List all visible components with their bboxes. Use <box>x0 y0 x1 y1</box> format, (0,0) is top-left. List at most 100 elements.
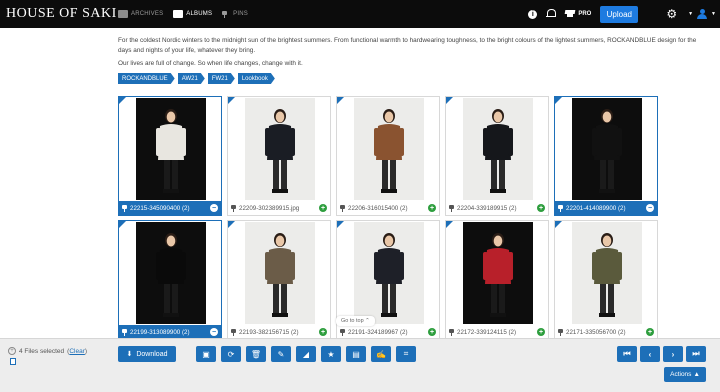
gear-icon[interactable]: ⚙ <box>666 8 677 20</box>
graduation-cap-icon[interactable] <box>564 10 576 18</box>
file-caption[interactable]: 22206-316015400 (2) + <box>337 201 439 215</box>
settings-caret-icon[interactable]: ▼ <box>688 11 693 17</box>
edit-button[interactable]: ✍ <box>371 346 391 362</box>
file-card[interactable]: 22201-414089900 (2) − <box>554 96 658 216</box>
select-corner-icon[interactable] <box>555 221 562 228</box>
select-corner-icon[interactable] <box>337 221 344 228</box>
file-caption[interactable]: 22172-339124115 (2) + <box>446 325 548 339</box>
file-thumbnail[interactable] <box>136 98 206 200</box>
file-thumbnail[interactable] <box>354 222 424 324</box>
pin-icon[interactable] <box>122 204 127 212</box>
file-thumbnail[interactable] <box>245 222 315 324</box>
select-corner-icon[interactable] <box>446 97 453 104</box>
pin-icon[interactable] <box>558 328 563 336</box>
clear-selection-link[interactable]: Clear <box>69 348 85 355</box>
add-icon[interactable]: + <box>319 204 327 212</box>
select-corner-icon[interactable] <box>119 97 126 104</box>
user-icon[interactable] <box>697 8 708 20</box>
nav-pins[interactable]: PINS <box>222 10 248 18</box>
remove-icon[interactable]: − <box>210 328 218 336</box>
go-to-top-button[interactable]: Go to top ⌃ <box>336 316 375 326</box>
bell-icon[interactable] <box>546 9 557 19</box>
remove-icon[interactable]: − <box>210 204 218 212</box>
pin-icon[interactable] <box>231 204 236 212</box>
select-corner-icon[interactable] <box>446 221 453 228</box>
file-thumbnail[interactable] <box>354 98 424 200</box>
briefcase-button[interactable]: ▣ <box>196 346 216 362</box>
file-caption[interactable]: 22201-414089900 (2) − <box>555 201 657 215</box>
user-caret-icon[interactable]: ▼ <box>711 11 716 17</box>
add-icon[interactable]: + <box>537 328 545 336</box>
tag-aw21[interactable]: AW21 <box>178 73 205 84</box>
pencil-button[interactable]: ✎ <box>271 346 291 362</box>
last-page-button[interactable]: ⏭ <box>686 346 706 362</box>
file-caption[interactable]: 22209-302389915.jpg + <box>228 201 330 215</box>
file-caption[interactable]: 22215-345090400 (2) − <box>119 201 221 215</box>
upload-button[interactable]: Upload <box>600 5 639 23</box>
file-thumbnail[interactable] <box>463 98 533 200</box>
select-corner-icon[interactable] <box>228 221 235 228</box>
first-page-button[interactable]: ⏮ <box>617 346 637 362</box>
signal-button[interactable]: ◢ <box>296 346 316 362</box>
remove-icon[interactable]: − <box>646 204 654 212</box>
download-button[interactable]: ⬇ Download <box>118 346 176 362</box>
nav-albums[interactable]: ALBUMS <box>173 10 212 18</box>
file-card[interactable]: 22206-316015400 (2) + <box>336 96 440 216</box>
pro-label[interactable]: PRO <box>578 11 591 17</box>
add-icon[interactable]: + <box>428 204 436 212</box>
actions-button[interactable]: Actions ▲ <box>664 367 706 382</box>
next-page-button[interactable]: › <box>663 346 683 362</box>
bottom-toolbar: + 4 Files selected (Clear) ⬇ Download ▣ ⟳… <box>0 338 720 392</box>
file-card[interactable]: 22171-335056700 (2) + <box>554 220 658 340</box>
info-icon[interactable]: i <box>528 9 538 19</box>
file-caption[interactable]: 22199-313089900 (2) − <box>119 325 221 339</box>
file-caption[interactable]: 22191-324189967 (2) + <box>337 325 439 339</box>
pin-icon[interactable] <box>340 328 345 336</box>
star-button[interactable]: ★ <box>321 346 341 362</box>
plus-circle-icon[interactable]: + <box>8 347 16 355</box>
file-card[interactable]: 22215-345090400 (2) − <box>118 96 222 216</box>
trash-button[interactable]: 🗑 <box>246 346 266 362</box>
pin-icon[interactable] <box>231 328 236 336</box>
pin-icon[interactable] <box>340 204 345 212</box>
file-thumbnail[interactable] <box>572 222 642 324</box>
add-icon[interactable]: + <box>428 328 436 336</box>
crop-button[interactable]: ⌗ <box>396 346 416 362</box>
file-name: 22201-414089900 (2) <box>566 204 626 212</box>
tag-lookbook[interactable]: Lookbook <box>238 73 275 84</box>
file-caption[interactable]: 22193-382156715 (2) + <box>228 325 330 339</box>
file-thumbnail[interactable] <box>136 222 206 324</box>
file-card[interactable]: 22199-313089900 (2) − <box>118 220 222 340</box>
select-corner-icon[interactable] <box>119 221 126 228</box>
file-card[interactable]: 22209-302389915.jpg + <box>227 96 331 216</box>
add-icon[interactable]: + <box>646 328 654 336</box>
add-icon[interactable]: + <box>537 204 545 212</box>
pin-icon[interactable] <box>449 204 454 212</box>
select-corner-icon[interactable] <box>555 97 562 104</box>
tag-fw21[interactable]: FW21 <box>208 73 235 84</box>
file-thumbnail[interactable] <box>572 98 642 200</box>
file-caption[interactable]: 22204-339189915 (2) + <box>446 201 548 215</box>
file-card[interactable]: 22193-382156715 (2) + <box>227 220 331 340</box>
document-icon[interactable] <box>10 358 16 365</box>
select-corner-icon[interactable] <box>337 97 344 104</box>
logo[interactable]: HOUSE OF SAKI <box>6 6 118 22</box>
model-photo <box>374 109 404 193</box>
prev-page-button[interactable]: ‹ <box>640 346 660 362</box>
file-thumbnail[interactable] <box>463 222 533 324</box>
file-card[interactable]: 22204-339189915 (2) + <box>445 96 549 216</box>
document-button[interactable]: ▤ <box>346 346 366 362</box>
pin-icon[interactable] <box>558 204 563 212</box>
file-thumbnail[interactable] <box>245 98 315 200</box>
go-to-top-label: Go to top <box>341 318 364 324</box>
file-caption[interactable]: 22171-335056700 (2) + <box>555 325 657 339</box>
trash-icon: 🗑 <box>250 349 262 359</box>
add-icon[interactable]: + <box>319 328 327 336</box>
file-card[interactable]: 22172-339124115 (2) + <box>445 220 549 340</box>
crop-rotate-button[interactable]: ⟳ <box>221 346 241 362</box>
select-corner-icon[interactable] <box>228 97 235 104</box>
tag-rockandblue[interactable]: ROCKANDBLUE <box>118 73 175 84</box>
nav-archives[interactable]: ARCHIVES <box>118 10 163 18</box>
pin-icon[interactable] <box>122 328 127 336</box>
pin-icon[interactable] <box>449 328 454 336</box>
